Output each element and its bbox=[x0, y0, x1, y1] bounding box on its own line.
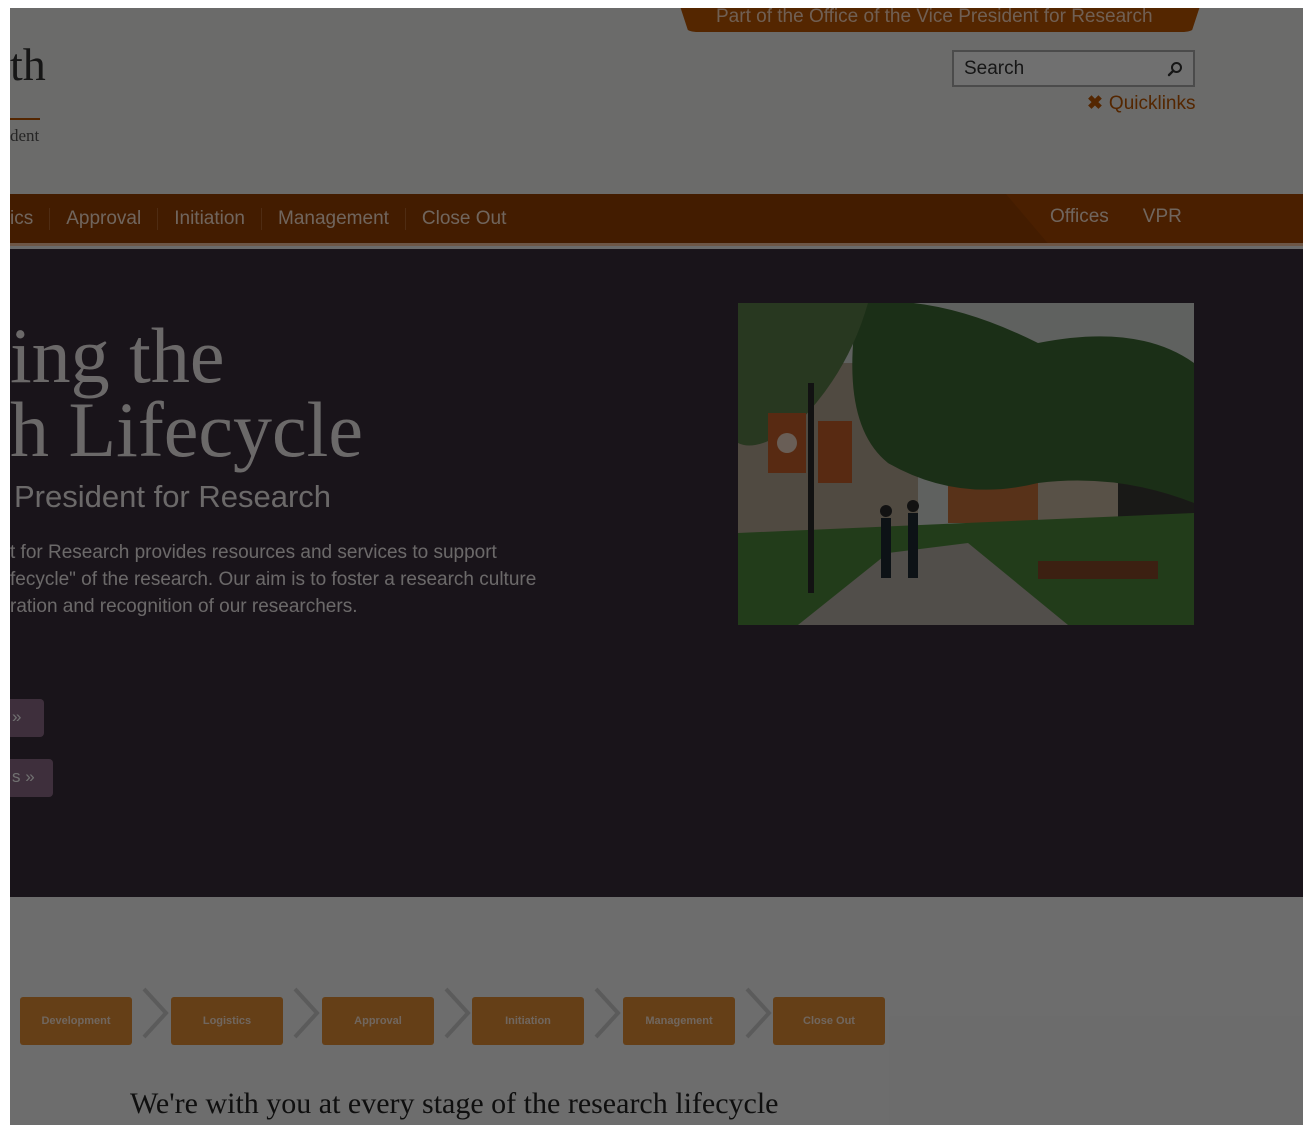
site-title[interactable]: th bbox=[10, 38, 46, 91]
chevron-right-icon bbox=[293, 987, 320, 1039]
nav-item-logistics[interactable]: ics bbox=[10, 208, 49, 230]
step-management[interactable]: Management bbox=[623, 997, 735, 1045]
hero-subtitle: President for Research bbox=[14, 479, 332, 514]
nav-item-close-out[interactable]: Close Out bbox=[404, 207, 522, 230]
nav-item-vpr[interactable]: VPR bbox=[1143, 206, 1182, 228]
quicklinks-toggle[interactable]: ✖ Quicklinks bbox=[1087, 92, 1196, 115]
campus-photo bbox=[738, 303, 1194, 625]
step-development[interactable]: Development bbox=[20, 997, 132, 1045]
page: th dent Part of the Office of the Vice P… bbox=[10, 8, 1303, 1125]
nav-item-offices[interactable]: Offices bbox=[1050, 206, 1109, 228]
step-logistics[interactable]: Logistics bbox=[171, 997, 283, 1045]
nav-right-items: Offices VPR bbox=[1050, 206, 1182, 228]
step-close-out[interactable]: Close Out bbox=[773, 997, 885, 1045]
nav-item-management[interactable]: Management bbox=[261, 207, 405, 230]
nav-item-approval[interactable]: Approval bbox=[49, 207, 157, 230]
vpr-banner-link[interactable]: Part of the Office of the Vice President… bbox=[678, 8, 1202, 32]
hero-title: ing the h Lifecycle bbox=[10, 312, 363, 473]
vpr-banner-label: Part of the Office of the Vice President… bbox=[716, 8, 1153, 27]
search-input[interactable] bbox=[964, 58, 1154, 80]
step-initiation[interactable]: Initiation bbox=[472, 997, 584, 1045]
main-nav: ics Approval Initiation Management Close… bbox=[10, 194, 1303, 246]
search-box bbox=[952, 50, 1195, 87]
site-header: th dent Part of the Office of the Vice P… bbox=[10, 8, 1303, 194]
lifecycle-section: Development Logistics Approval Initiatio… bbox=[10, 897, 1303, 1125]
brand-divider bbox=[10, 118, 40, 120]
close-icon: ✖ bbox=[1087, 93, 1103, 114]
hero-description: t for Research provides resources and se… bbox=[10, 542, 537, 617]
nav-items: ics Approval Initiation Management Close… bbox=[10, 194, 522, 243]
search-icon[interactable] bbox=[1167, 61, 1183, 77]
chevron-right-icon bbox=[142, 987, 169, 1039]
lifecycle-tagline: We're with you at every stage of the res… bbox=[130, 1087, 779, 1120]
step-approval[interactable]: Approval bbox=[322, 997, 434, 1045]
chevron-right-icon bbox=[594, 987, 621, 1039]
quicklinks-label: Quicklinks bbox=[1108, 93, 1196, 114]
hero-button-primary[interactable]: » bbox=[10, 699, 44, 737]
nav-item-initiation[interactable]: Initiation bbox=[157, 207, 261, 230]
hero-button-secondary[interactable]: s » bbox=[10, 759, 53, 797]
hero-section: ing the h Lifecycle President for Resear… bbox=[10, 249, 1303, 897]
site-subtitle: dent bbox=[10, 126, 40, 145]
